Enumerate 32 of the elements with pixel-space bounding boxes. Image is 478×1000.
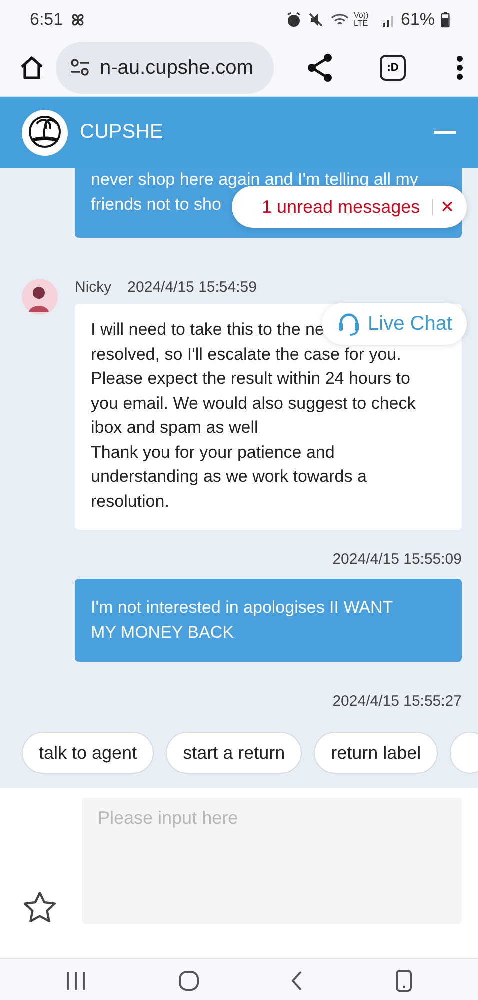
share-icon[interactable] [306, 53, 334, 83]
minimize-icon[interactable] [434, 130, 456, 134]
back-icon[interactable] [290, 970, 304, 992]
phone-icon[interactable] [394, 968, 413, 992]
battery-percent: 61% [400, 10, 435, 30]
recent-apps-icon[interactable] [65, 970, 88, 990]
menu-icon[interactable] [456, 55, 464, 81]
message-bubble: I'm not interested in apologises II WANT MY MONEY BACK [75, 579, 462, 662]
headset-icon [336, 311, 362, 337]
address-bar[interactable]: n-au.cupshe.com [56, 42, 274, 94]
message-time: 2024/4/15 15:55:09 [332, 551, 462, 568]
quick-reply-button[interactable]: talk to agent [22, 732, 154, 774]
quick-reply-button[interactable]: return label [314, 732, 438, 774]
tab-switcher-button[interactable]: :D [380, 55, 406, 81]
chat-title: CUPSHE [80, 121, 164, 144]
url-text: n-au.cupshe.com [100, 56, 254, 80]
unread-text: 1 unread messages [262, 196, 420, 218]
network-label: Vo)) LTE [354, 12, 370, 28]
battery-icon [441, 12, 450, 28]
palm-tree-logo [22, 110, 68, 156]
close-button[interactable]: × [441, 194, 454, 220]
alarm-icon [286, 12, 302, 28]
message-time: 2024/4/15 15:54:59 [128, 279, 257, 296]
site-settings-icon [70, 59, 90, 77]
clock-time: 6:51 [30, 10, 64, 30]
quick-reply-button[interactable]: start a return [166, 732, 302, 774]
avatar-icon [22, 279, 58, 315]
home-icon[interactable] [178, 970, 200, 992]
mute-icon [308, 12, 324, 28]
sender-name: Nicky [75, 279, 112, 296]
message-input[interactable]: Please input here [82, 798, 462, 924]
message-time: 2024/4/15 15:55:27 [332, 693, 462, 710]
